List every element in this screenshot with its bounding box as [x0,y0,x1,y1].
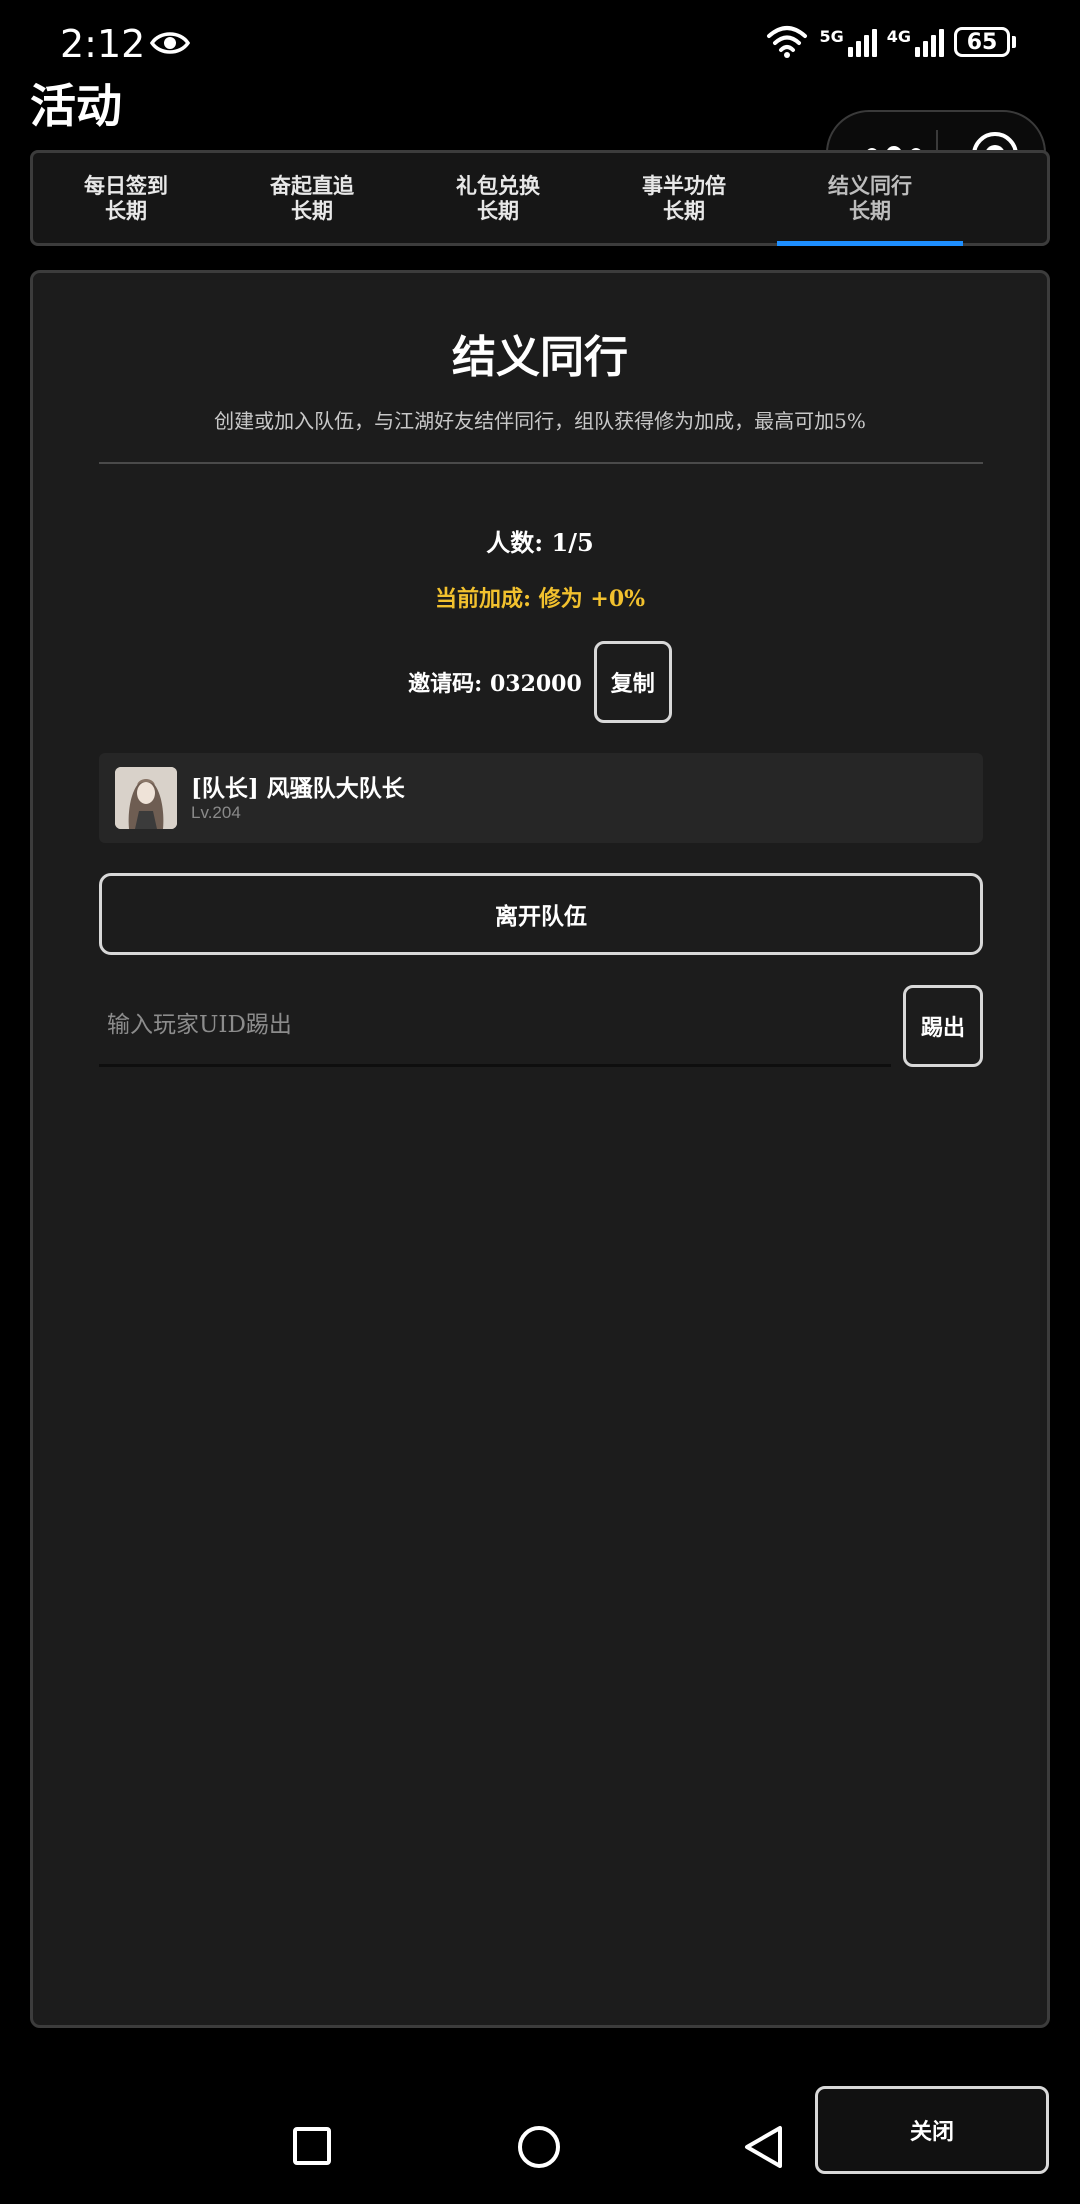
back-icon[interactable] [742,2124,784,2170]
status-right: 5G 4G 65 [765,24,1016,60]
tab-label: 礼包兑换 [456,173,540,198]
invite-code: 邀请码: 032000 [408,671,582,697]
tab-gift-redeem[interactable]: 礼包兑换 长期 [405,153,591,243]
tab-label: 结义同行 [828,173,912,198]
eye-icon [150,32,190,54]
battery-icon: 65 [954,27,1016,57]
panel-description: 创建或加入队伍，与江湖好友结伴同行，组队获得修为加成，最高可加5% [214,409,866,433]
tab-daily-signin[interactable]: 每日签到 长期 [33,153,219,243]
page-title: 活动 [30,79,122,133]
divider [99,462,983,464]
close-button[interactable]: 关闭 [815,2086,1049,2174]
tab-sublabel: 长期 [663,198,705,223]
tab-label: 每日签到 [84,173,168,198]
copy-button[interactable]: 复制 [593,641,672,723]
tab-sublabel: 长期 [105,198,147,223]
team-panel: 结义同行 创建或加入队伍，与江湖好友结伴同行，组队获得修为加成，最高可加5% 人… [30,270,1050,2028]
member-count: 人数: 1/5 [486,528,594,557]
tab-label: 奋起直追 [270,173,354,198]
avatar [115,767,177,829]
status-bar: 2:12 5G 4G 65 [0,0,1080,90]
tab-team-up[interactable]: 结义同行 长期 [777,153,963,246]
network-label-1: 5G [819,27,844,46]
tab-sublabel: 长期 [477,198,519,223]
network-label-2: 4G [886,27,911,46]
tab-sublabel: 长期 [849,198,891,223]
invite-row: 邀请码: 032000 复制 [33,641,1047,723]
signal-icon: 5G [819,27,877,57]
battery-level: 65 [954,27,1010,57]
signal-icon: 4G [887,27,944,57]
tab-label: 事半功倍 [642,173,726,198]
member-level: Lv.204 [191,803,241,822]
tab-catch-up[interactable]: 奋起直追 长期 [219,153,405,243]
home-icon[interactable] [516,2124,562,2170]
wifi-icon [767,26,808,58]
status-time: 2:12 [60,22,146,66]
current-bonus: 当前加成: 修为 +0% [434,586,646,612]
tab-double-efficiency[interactable]: 事半功倍 长期 [591,153,777,243]
app-root: 2:12 5G 4G 65 活动 每日签到 长期 奋起直追 长期 礼包兑换 长期… [0,0,1080,2204]
kick-button[interactable]: 踢出 [903,985,983,1067]
member-name: [队长] 风骚队大队长 [191,775,405,802]
activity-tabs: 每日签到 长期 奋起直追 长期 礼包兑换 长期 事半功倍 长期 结义同行 长期 [30,150,1050,246]
tab-sublabel: 长期 [291,198,333,223]
leave-team-button[interactable]: 离开队伍 [99,873,983,955]
kick-uid-input[interactable] [99,985,891,1067]
recent-apps-icon[interactable] [292,2126,332,2166]
member-card: [队长] 风骚队大队长 Lv.204 [99,753,983,843]
panel-title: 结义同行 [452,332,628,383]
